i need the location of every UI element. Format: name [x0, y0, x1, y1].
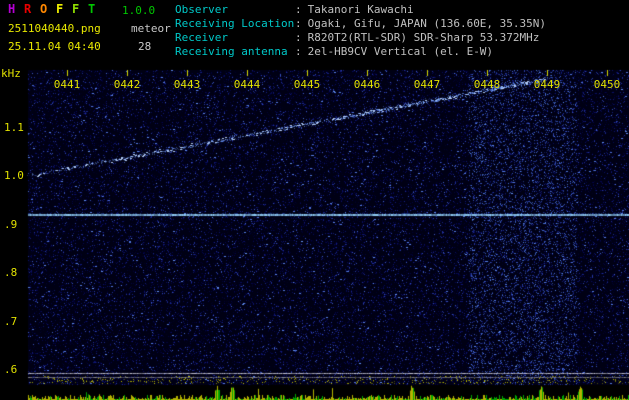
- info-row-receiving-antenna: Receiving antenna : 2el-HB9CV Vertical (…: [175, 45, 546, 59]
- x-tick-label: 0449: [533, 78, 561, 91]
- x-tick-label: 0450: [593, 78, 621, 91]
- y-tick-label: .7: [4, 314, 18, 328]
- title-letter: H: [8, 2, 16, 16]
- y-tick-label: .6: [4, 363, 18, 376]
- title-letter: F: [72, 2, 80, 16]
- x-tick-label: 0448: [473, 78, 501, 91]
- info-separator: :: [295, 3, 302, 16]
- observation-info: Observer : Takanori Kawachi Receiving Lo…: [175, 3, 546, 59]
- info-separator: :: [295, 45, 302, 58]
- info-value: Ogaki, Gifu, JAPAN (136.60E, 35.35N): [307, 17, 547, 30]
- y-tick-label: 1.0: [4, 169, 24, 183]
- hrofft-output: HROFFT 1.0.0 2511040440.png meteor 25.11…: [0, 0, 629, 400]
- info-value: Takanori Kawachi: [307, 3, 414, 16]
- y-tick-label: 1.1: [4, 121, 24, 134]
- info-label: Observer: [175, 3, 228, 16]
- x-tick-label: 0442: [113, 78, 141, 91]
- title-letter: T: [88, 2, 96, 16]
- info-value: R820T2(RTL-SDR) SDR-Sharp 53.372MHz: [307, 31, 540, 44]
- info-label: Receiver: [175, 31, 228, 44]
- x-tick-label: 0444: [233, 78, 261, 91]
- x-tick-label: 0447: [413, 78, 441, 91]
- y-tick-label: .9: [4, 217, 18, 231]
- info-row-receiver: Receiver : R820T2(RTL-SDR) SDR-Sharp 53.…: [175, 31, 546, 45]
- timestamp: 25.11.04 04:40: [8, 40, 101, 53]
- info-row-observer: Observer : Takanori Kawachi: [175, 3, 546, 17]
- info-label: Receiving antenna: [175, 45, 288, 58]
- info-separator: :: [295, 17, 302, 30]
- echo-count: 28: [138, 40, 152, 53]
- y-tick-label: .8: [4, 266, 18, 280]
- x-tick-label: 0446: [353, 78, 381, 91]
- info-label: Receiving Location: [175, 17, 295, 30]
- x-tick-label: 0443: [173, 78, 201, 91]
- y-axis-unit: kHz: [1, 67, 21, 80]
- info-row-receiving-location: Receiving Location : Ogaki, Gifu, JAPAN …: [175, 17, 546, 31]
- x-tick-label: 0445: [293, 78, 321, 91]
- title-letter: F: [56, 2, 64, 16]
- info-separator: :: [295, 31, 302, 44]
- title-letter: R: [24, 2, 32, 16]
- app-version: 1.0.0: [122, 4, 156, 17]
- title-letter: O: [40, 2, 48, 16]
- x-tick-label: 0441: [53, 78, 81, 91]
- spectrogram-canvas: [0, 0, 629, 400]
- info-value: 2el-HB9CV Vertical (el. E-W): [307, 45, 494, 58]
- mode-label: meteor: [131, 22, 171, 35]
- app-title: HROFFT: [8, 3, 104, 16]
- file-name: 2511040440.png: [8, 22, 101, 35]
